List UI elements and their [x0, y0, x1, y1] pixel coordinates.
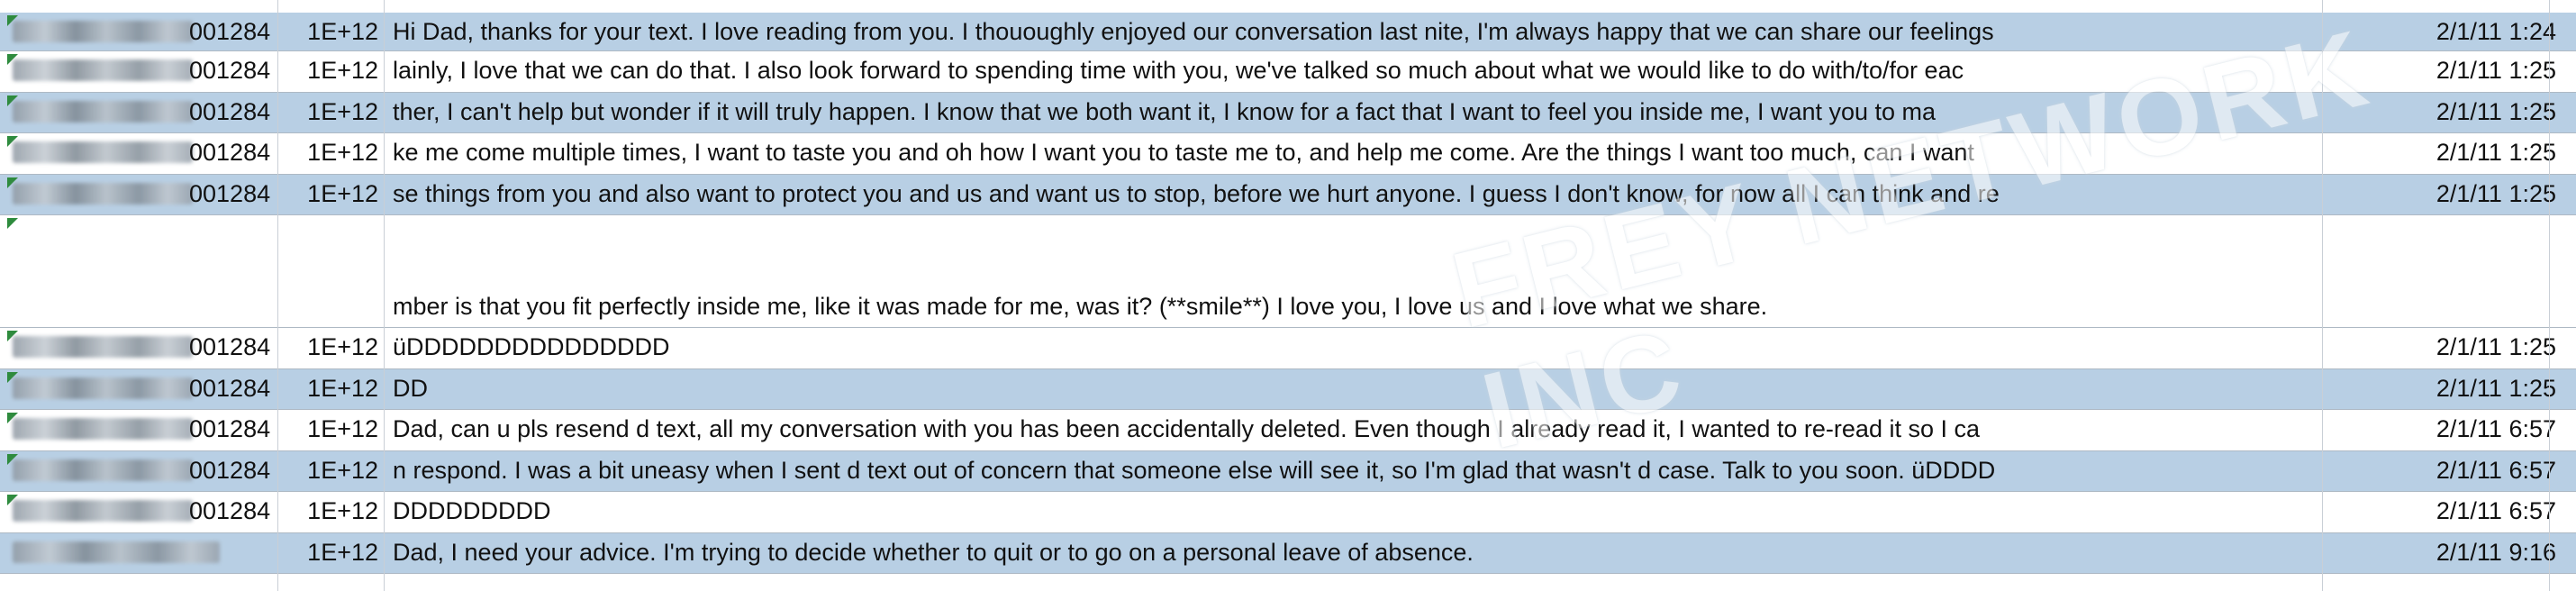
table-row[interactable]: 001284 1E+12 Hi Dad, thanks for your tex…: [0, 13, 2576, 51]
date-cell[interactable]: 2/1/11 9:16: [2322, 533, 2576, 573]
redacted-id: [13, 183, 193, 205]
number-cell[interactable]: 1E+12: [277, 369, 384, 409]
message-cell[interactable]: Dad, I need your advice. I'm trying to d…: [384, 533, 2322, 573]
sender-id-cell[interactable]: 001284: [0, 51, 277, 92]
sender-id-cell[interactable]: 001284: [0, 369, 277, 409]
number-cell[interactable]: 1E+12: [277, 533, 384, 573]
date-cell[interactable]: 2/1/11 1:25: [2322, 175, 2576, 214]
table-row[interactable]: 001284 1E+12 DDDDDDDDD 2/1/11 6:57: [0, 492, 2576, 533]
date-cell[interactable]: 2/1/11 1:25: [2322, 51, 2576, 92]
redacted-id: [13, 141, 193, 163]
sender-id-cell[interactable]: 001284: [0, 410, 277, 450]
sender-id-cell[interactable]: 001284: [0, 451, 277, 491]
redacted-id: [13, 377, 193, 399]
redacted-id: [13, 101, 193, 123]
sender-id-cell[interactable]: 001284: [0, 93, 277, 132]
redacted-id: [13, 336, 193, 358]
number-cell[interactable]: 1E+12: [277, 328, 384, 368]
message-cell[interactable]: Dad, can u pls resend d text, all my con…: [384, 410, 2322, 450]
redacted-id: [13, 59, 193, 81]
table-row[interactable]: mber is that you fit perfectly inside me…: [0, 215, 2576, 328]
sender-id-cell[interactable]: 001284: [0, 175, 277, 214]
message-cell[interactable]: n respond. I was a bit uneasy when I sen…: [384, 451, 2322, 491]
date-cell[interactable]: 2/1/11 1:25: [2322, 93, 2576, 132]
table-row[interactable]: 001284 1E+12 ke me come multiple times, …: [0, 133, 2576, 175]
date-cell[interactable]: 2/1/11 6:57: [2322, 410, 2576, 450]
sender-id-cell[interactable]: 001284: [0, 492, 277, 532]
table-row[interactable]: 1E+12 Dad, I need your advice. I'm tryin…: [0, 533, 2576, 574]
table-row[interactable]: 001284 1E+12 ther, I can't help but wond…: [0, 93, 2576, 133]
number-cell[interactable]: 1E+12: [277, 175, 384, 214]
redacted-id: [13, 541, 220, 563]
column-divider: [2549, 0, 2550, 591]
message-cell[interactable]: ke me come multiple times, I want to tas…: [384, 133, 2322, 174]
message-cell[interactable]: DDDDDDDDD: [384, 492, 2322, 532]
sender-id-cell[interactable]: 001284: [0, 133, 277, 174]
date-cell[interactable]: 2/1/11 6:57: [2322, 492, 2576, 532]
column-divider: [277, 0, 278, 591]
number-cell[interactable]: [277, 215, 384, 327]
table-row[interactable]: 001284 1E+12 n respond. I was a bit unea…: [0, 451, 2576, 492]
message-cell[interactable]: DD: [384, 369, 2322, 409]
sender-id-cell[interactable]: [0, 533, 277, 573]
number-cell[interactable]: 1E+12: [277, 492, 384, 532]
redacted-id: [13, 418, 193, 440]
table-row[interactable]: 001284 1E+12 se things from you and also…: [0, 175, 2576, 215]
number-cell[interactable]: 1E+12: [277, 451, 384, 491]
table-row[interactable]: 001284 1E+12 DD 2/1/11 1:25: [0, 369, 2576, 410]
date-cell[interactable]: [2322, 215, 2576, 327]
sender-id-cell[interactable]: 001284: [0, 328, 277, 368]
date-cell[interactable]: 2/1/11 1:24: [2322, 13, 2576, 50]
table-row[interactable]: 001284 1E+12 lainly, I love that we can …: [0, 51, 2576, 93]
message-text: mber is that you fit perfectly inside me…: [393, 293, 1768, 320]
table-row[interactable]: 001284 1E+12 Dad, can u pls resend d tex…: [0, 410, 2576, 451]
column-divider: [384, 0, 385, 591]
comment-marker-icon: [7, 218, 18, 229]
redacted-id: [13, 21, 193, 42]
table-row-partial: [0, 574, 2576, 591]
number-cell[interactable]: 1E+12: [277, 133, 384, 174]
partial-row-top: [0, 0, 2576, 14]
message-cell[interactable]: se things from you and also want to prot…: [384, 175, 2322, 214]
table-row[interactable]: 001284 1E+12 üDDDDDDDDDDDDDDD 2/1/11 1:2…: [0, 328, 2576, 369]
message-cell[interactable]: ther, I can't help but wonder if it will…: [384, 93, 2322, 132]
spreadsheet-grid: 001284 1E+12 Hi Dad, thanks for your tex…: [0, 0, 2576, 591]
redacted-id: [13, 500, 193, 522]
date-cell[interactable]: 2/1/11 1:25: [2322, 328, 2576, 368]
date-cell[interactable]: 2/1/11 6:57: [2322, 451, 2576, 491]
message-cell[interactable]: Hi Dad, thanks for your text. I love rea…: [384, 13, 2322, 50]
redacted-id: [13, 459, 193, 481]
column-divider: [2322, 0, 2323, 591]
number-cell[interactable]: 1E+12: [277, 410, 384, 450]
number-cell[interactable]: 1E+12: [277, 51, 384, 92]
message-cell[interactable]: üDDDDDDDDDDDDDDD: [384, 328, 2322, 368]
number-cell[interactable]: 1E+12: [277, 93, 384, 132]
date-cell[interactable]: 2/1/11 1:25: [2322, 133, 2576, 174]
number-cell[interactable]: 1E+12: [277, 13, 384, 50]
date-cell[interactable]: 2/1/11 1:25: [2322, 369, 2576, 409]
sender-id-cell[interactable]: 001284: [0, 13, 277, 50]
message-cell[interactable]: lainly, I love that we can do that. I al…: [384, 51, 2322, 92]
message-cell[interactable]: mber is that you fit perfectly inside me…: [384, 215, 2322, 327]
sender-id-cell[interactable]: [0, 215, 277, 327]
